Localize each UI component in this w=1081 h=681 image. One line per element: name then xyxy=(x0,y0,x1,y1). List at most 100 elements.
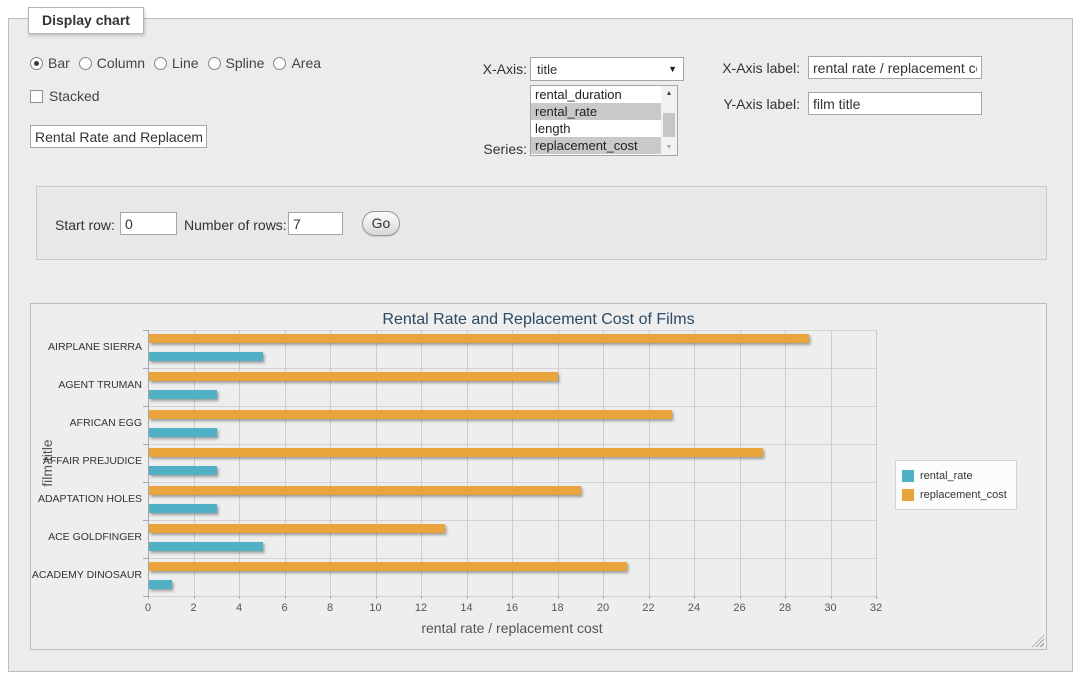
x-axis-tickmark xyxy=(694,596,695,599)
x-axis-select[interactable]: title ▼ xyxy=(530,57,684,81)
gridline-vertical xyxy=(558,330,559,596)
radio-option-bar[interactable]: Bar xyxy=(30,55,70,71)
bar-rental_rate xyxy=(149,390,217,399)
legend-item-replacement_cost[interactable]: replacement_cost xyxy=(902,485,1007,504)
gridline-vertical xyxy=(694,330,695,596)
radio-circle-line[interactable] xyxy=(154,57,167,70)
x-axis-tickmark xyxy=(376,596,377,599)
chart-title-input[interactable] xyxy=(30,125,207,148)
x-axis-tickmark xyxy=(148,596,149,599)
gridline-vertical xyxy=(467,330,468,596)
x-axis-tickmark xyxy=(831,596,832,599)
listbox-scrollbar[interactable]: ▲ ▼ xyxy=(661,86,677,155)
start-row-input[interactable] xyxy=(120,212,177,235)
bar-replacement_cost xyxy=(149,448,763,457)
legend-swatch-rental_rate xyxy=(902,470,914,482)
bar-replacement_cost xyxy=(149,486,581,495)
chevron-down-icon: ▼ xyxy=(668,64,677,74)
radio-circle-bar[interactable] xyxy=(30,57,43,70)
x-tick-label: 10 xyxy=(359,602,393,614)
scroll-up-icon[interactable]: ▲ xyxy=(661,86,677,101)
x-axis-tickmark xyxy=(740,596,741,599)
series-listbox[interactable]: rental_durationrental_ratelengthreplacem… xyxy=(530,85,678,156)
radio-circle-spline[interactable] xyxy=(208,57,221,70)
scrollbar-thumb[interactable] xyxy=(663,113,675,137)
scroll-down-icon[interactable]: ▼ xyxy=(661,140,677,155)
series-select-label: Series: xyxy=(427,141,527,157)
x-tick-label: 28 xyxy=(768,602,802,614)
bar-replacement_cost xyxy=(149,334,809,343)
bar-replacement_cost xyxy=(149,372,558,381)
stacked-checkbox-row[interactable]: Stacked xyxy=(30,88,100,104)
gridline-vertical xyxy=(239,330,240,596)
category-label: AFFAIR PREJUDICE xyxy=(31,456,143,467)
x-tick-label: 32 xyxy=(859,602,893,614)
bar-rental_rate xyxy=(149,352,263,361)
go-button[interactable]: Go xyxy=(362,211,400,236)
category-label: AIRPLANE SIERRA xyxy=(31,342,143,353)
y-axis-label-label: Y-Axis label: xyxy=(700,96,800,112)
chart-title: Rental Rate and Replacement Cost of Film… xyxy=(31,311,1046,329)
gridline-vertical xyxy=(285,330,286,596)
legend-swatch-replacement_cost xyxy=(902,489,914,501)
x-tick-label: 4 xyxy=(222,602,256,614)
radio-label-spline: Spline xyxy=(226,55,265,71)
category-label: AFRICAN EGG xyxy=(31,418,143,429)
x-axis-tickmark xyxy=(512,596,513,599)
x-tick-label: 14 xyxy=(450,602,484,614)
radio-option-column[interactable]: Column xyxy=(79,55,145,71)
bar-replacement_cost xyxy=(149,562,627,571)
bar-rental_rate xyxy=(149,428,217,437)
category-label: ACE GOLDFINGER xyxy=(31,532,143,543)
series-option-length[interactable]: length xyxy=(531,120,662,137)
x-tick-label: 8 xyxy=(313,602,347,614)
legend-item-rental_rate[interactable]: rental_rate xyxy=(902,466,1007,485)
series-options-container: rental_durationrental_ratelengthreplacem… xyxy=(531,86,677,154)
radio-option-line[interactable]: Line xyxy=(154,55,198,71)
radio-label-line: Line xyxy=(172,55,198,71)
x-axis-tickmark xyxy=(785,596,786,599)
bar-replacement_cost xyxy=(149,410,672,419)
radio-circle-area[interactable] xyxy=(273,57,286,70)
stacked-checkbox[interactable] xyxy=(30,90,43,103)
legend-label-rental_rate: rental_rate xyxy=(920,470,973,482)
x-tick-label: 20 xyxy=(586,602,620,614)
x-tick-label: 12 xyxy=(404,602,438,614)
x-axis-label-label: X-Axis label: xyxy=(700,60,800,76)
x-axis-tickmark xyxy=(194,596,195,599)
gridline-vertical xyxy=(376,330,377,596)
x-tick-label: 26 xyxy=(723,602,757,614)
stacked-label: Stacked xyxy=(49,88,100,104)
series-option-rental_duration[interactable]: rental_duration xyxy=(531,86,662,103)
gridline-vertical xyxy=(330,330,331,596)
x-tick-label: 30 xyxy=(814,602,848,614)
gridline-vertical xyxy=(512,330,513,596)
chart-x-axis-title: rental rate / replacement cost xyxy=(148,620,876,636)
radio-option-area[interactable]: Area xyxy=(273,55,321,71)
gridline-vertical xyxy=(831,330,832,596)
app-window: Display chart BarColumnLineSplineArea St… xyxy=(0,0,1081,681)
y-axis-label-input[interactable] xyxy=(808,92,982,115)
category-label: ACADEMY DINOSAUR xyxy=(31,570,143,581)
num-rows-input[interactable] xyxy=(288,212,343,235)
radio-option-spline[interactable]: Spline xyxy=(208,55,265,71)
resize-handle-icon[interactable] xyxy=(1032,635,1044,647)
bar-rental_rate xyxy=(149,542,263,551)
x-axis-label-input[interactable] xyxy=(808,56,982,79)
radio-label-bar: Bar xyxy=(48,55,70,71)
x-axis-tickmark xyxy=(558,596,559,599)
series-option-rental_rate[interactable]: rental_rate xyxy=(531,103,662,120)
gridline-vertical xyxy=(194,330,195,596)
radio-circle-column[interactable] xyxy=(79,57,92,70)
x-axis-tickmark xyxy=(285,596,286,599)
gridline-vertical xyxy=(876,330,877,596)
bar-replacement_cost xyxy=(149,524,445,533)
bar-rental_rate xyxy=(149,580,172,589)
chart-container: Rental Rate and Replacement Cost of Film… xyxy=(30,303,1047,650)
num-rows-label: Number of rows: xyxy=(184,217,287,233)
x-axis-tickmark xyxy=(421,596,422,599)
category-label: ADAPTATION HOLES xyxy=(31,494,143,505)
bar-rental_rate xyxy=(149,466,217,475)
x-axis-tickmark xyxy=(467,596,468,599)
series-option-replacement_cost[interactable]: replacement_cost xyxy=(531,137,662,154)
